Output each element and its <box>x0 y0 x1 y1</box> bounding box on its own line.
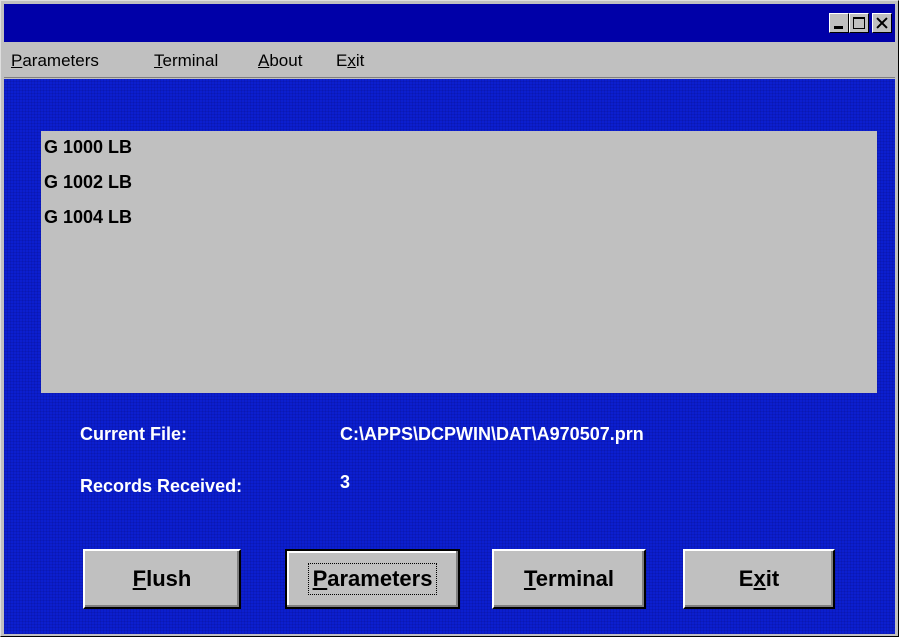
list-item[interactable]: G 1004 LB <box>44 207 132 228</box>
menu-bar: Parameters Terminal About Exit <box>4 43 895 78</box>
maximize-icon[interactable] <box>849 13 869 33</box>
list-item[interactable]: G 1000 LB <box>44 137 132 158</box>
current-file-label: Current File: <box>80 424 188 444</box>
client-area: G 1000 LB G 1002 LB G 1004 LB Current Fi… <box>4 79 895 634</box>
app-window: Parameters Terminal About Exit G 1000 LB… <box>0 0 899 637</box>
menu-terminal[interactable]: Terminal <box>154 51 218 71</box>
menu-exit-label-pre: E <box>336 51 348 70</box>
title-bar[interactable] <box>4 4 895 42</box>
records-received-label: Records Received: <box>80 476 243 496</box>
menu-parameters[interactable]: Parameters <box>11 51 99 71</box>
menu-exit-label: it <box>355 51 365 70</box>
menu-terminal-accel: T <box>154 51 163 70</box>
menu-parameters-label: arameters <box>22 51 99 70</box>
current-file-value: C:\APPS\DCPWIN\DAT\A970507.prn <box>340 424 644 444</box>
terminal-button[interactable]: Terminal <box>492 549 646 609</box>
menu-terminal-label: erminal <box>162 51 219 70</box>
menu-about-label: bout <box>269 51 303 70</box>
parameters-button[interactable]: Parameters <box>285 549 460 609</box>
menu-exit-accel: x <box>347 51 356 70</box>
menu-exit[interactable]: Exit <box>336 51 364 71</box>
menu-parameters-accel: P <box>11 51 23 70</box>
menu-about-accel: A <box>258 51 270 70</box>
parameters-button-label: Parameters <box>307 563 438 595</box>
records-received-value: 3 <box>340 472 351 492</box>
menu-about[interactable]: About <box>258 51 302 71</box>
list-item[interactable]: G 1002 LB <box>44 172 132 193</box>
minimize-icon[interactable] <box>829 13 849 33</box>
terminal-button-label: Terminal <box>523 566 615 591</box>
close-icon[interactable] <box>872 13 892 33</box>
flush-button-label: Flush <box>132 566 192 591</box>
exit-button-label: Exit <box>738 566 780 591</box>
flush-button[interactable]: Flush <box>83 549 241 609</box>
records-listbox[interactable]: G 1000 LB G 1002 LB G 1004 LB <box>41 131 877 393</box>
exit-button[interactable]: Exit <box>683 549 835 609</box>
